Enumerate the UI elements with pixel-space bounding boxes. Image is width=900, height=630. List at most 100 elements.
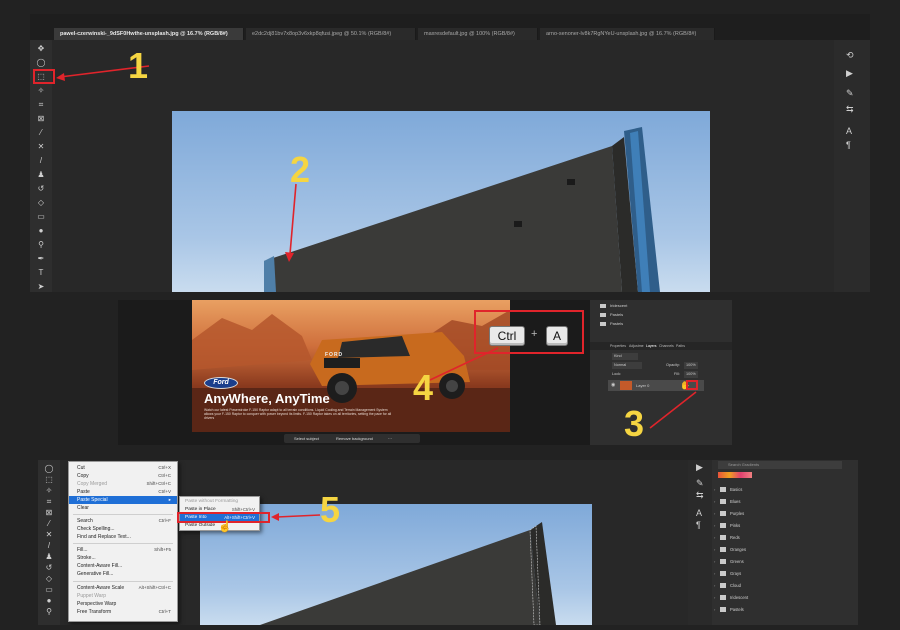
gradient-group[interactable]: › Iridescent: [714, 593, 854, 602]
menu-item-free-transform[interactable]: Free Transform Ctrl+T: [69, 608, 177, 616]
document-tab[interactable]: pawel-czerwinski-_9dSF0Hwthe-unsplash.jp…: [54, 28, 244, 40]
menu-item-content-aware-fill[interactable]: Content-Aware Fill...: [69, 562, 177, 570]
healing-brush-icon[interactable]: ✕: [30, 140, 52, 153]
brush-settings-icon[interactable]: ✎: [846, 88, 854, 99]
play-icon[interactable]: ▶: [696, 462, 703, 473]
remove-background-button[interactable]: Remove background: [336, 434, 373, 443]
gradient-group[interactable]: › Reds: [714, 533, 854, 542]
adjust-icon[interactable]: ⇆: [696, 490, 704, 501]
tab-adjustments[interactable]: Adjustme: [629, 342, 644, 350]
opacity-value[interactable]: 100%: [684, 362, 698, 369]
tab-layers[interactable]: Layers: [646, 342, 657, 350]
ad-body: Watch our latest Powerstroke F-150 Rapto…: [204, 408, 392, 420]
gradient-group[interactable]: › Greens: [714, 557, 854, 566]
menu-item-perspective-warp[interactable]: Perspective Warp: [69, 600, 177, 608]
tab-channels[interactable]: Channels: [659, 342, 674, 350]
history-brush-icon[interactable]: ↺: [30, 182, 52, 195]
ctrl-key: Ctrl: [489, 326, 525, 346]
gradient-group[interactable]: › Cloud: [714, 581, 854, 590]
menu-item-stroke[interactable]: Stroke...: [69, 554, 177, 562]
eyedropper-tool-icon[interactable]: ⁄: [30, 126, 52, 139]
billboard-image: [264, 127, 660, 292]
swatch-folder[interactable]: Pastels: [590, 320, 732, 328]
arrow-step5: [271, 513, 321, 521]
fill-label: Fill:: [674, 372, 680, 376]
step-number: 2: [290, 149, 311, 190]
menu-item-fill[interactable]: Fill... Shift+F5: [69, 546, 177, 554]
gradient-group[interactable]: › Purples: [714, 509, 854, 518]
adjust-icon[interactable]: ⇆: [846, 104, 854, 115]
gradients-panel: ▶ ✎ ⇆ A ¶ Search Gradients › Basics › Blue…: [688, 460, 858, 625]
layer-kind-filter[interactable]: Kind: [612, 353, 638, 360]
eraser-tool-icon[interactable]: ◇: [30, 196, 52, 209]
marquee-tool-icon[interactable]: ◯: [30, 56, 52, 69]
gradient-group[interactable]: › Grays: [714, 569, 854, 578]
document-tab[interactable]: maxresdefault.jpg @ 100% (RGB/8#): [418, 28, 538, 40]
arrow-step2: [285, 183, 297, 262]
stamp-tool-icon[interactable]: ♟: [30, 168, 52, 181]
select-subject-button[interactable]: Select subject: [294, 434, 319, 443]
tab-paths[interactable]: Paths: [676, 342, 685, 350]
more-icon[interactable]: ⋯: [388, 434, 392, 443]
opacity-label: Opacity:: [666, 363, 680, 367]
path-selection-icon[interactable]: ➤: [30, 280, 52, 292]
fill-value[interactable]: 100%: [684, 371, 698, 378]
document-tab[interactable]: arno-senoner-lv8k7RgNYeU-unsplash.jpg @ …: [540, 28, 715, 40]
move-tool-icon[interactable]: ✥: [30, 42, 52, 55]
menu-item-paste[interactable]: Paste Ctrl+V: [69, 488, 177, 496]
paragraph-icon[interactable]: ¶: [846, 140, 851, 150]
gradient-group[interactable]: › Oranges: [714, 545, 854, 554]
visibility-eye-icon[interactable]: ◉: [611, 382, 615, 388]
step-number: 3: [624, 403, 645, 444]
gradient-group[interactable]: › Basics: [714, 485, 854, 494]
frame-tool-icon[interactable]: ⊠: [30, 112, 52, 125]
lock-label: Lock:: [612, 372, 622, 376]
magic-wand-icon[interactable]: ✧: [30, 84, 52, 97]
crop-tool-icon[interactable]: ⌗: [30, 98, 52, 111]
menu-item-content-aware-scale[interactable]: Content-Aware Scale Alt+Shift+Ctrl+C: [69, 584, 177, 592]
menu-item-paste-special[interactable]: Paste Special ▸: [69, 496, 177, 504]
document-tab-bar: pawel-czerwinski-_9dSF0Hwthe-unsplash.jp…: [30, 14, 870, 40]
character-icon[interactable]: A: [696, 508, 702, 518]
ford-logo: Ford: [204, 377, 238, 389]
truck-badge: FORD: [325, 352, 344, 358]
gradient-group[interactable]: › Pastels: [714, 605, 854, 614]
menu-divider: [73, 581, 173, 582]
gradient-group[interactable]: › Pinks: [714, 521, 854, 530]
photoshop-window-step5: ◯ ⬚ ✧ ⌗ ⊠ ⁄ ✕ / ♟ ↺ ◇ ▭ ● ⚲ Cut Ctrl+X Co…: [38, 460, 858, 625]
dodge-tool-icon[interactable]: ⚲: [30, 238, 52, 251]
recent-gradients[interactable]: [718, 472, 752, 478]
character-icon[interactable]: A: [846, 126, 852, 136]
document-tab[interactable]: e2dc2dj81bv7x8op3v6xkp8qfusi.jpeg @ 50.1…: [246, 28, 416, 40]
dodge-tool-icon[interactable]: ⚲: [38, 605, 60, 618]
menu-divider: [73, 514, 173, 515]
tab-properties[interactable]: Properties: [610, 342, 626, 350]
menu-item-find-replace[interactable]: Find and Replace Text...: [69, 533, 177, 541]
paragraph-icon[interactable]: ¶: [696, 520, 701, 530]
swatch-folder[interactable]: Iridescent: [590, 302, 732, 310]
gradient-group[interactable]: › Blues: [714, 497, 854, 506]
photoshop-window-step1: pawel-czerwinski-_9dSF0Hwthe-unsplash.jp…: [30, 14, 870, 292]
right-panels: ⟲ ▶ ✎ ⇆ A ¶: [834, 40, 870, 292]
pen-tool-icon[interactable]: ✒: [30, 252, 52, 265]
menu-divider: [73, 543, 173, 544]
brush-settings-icon[interactable]: ✎: [696, 478, 704, 489]
play-icon[interactable]: ▶: [846, 68, 853, 79]
menu-item-clear[interactable]: Clear: [69, 504, 177, 512]
history-icon[interactable]: ⟲: [846, 50, 854, 61]
blur-tool-icon[interactable]: ●: [30, 224, 52, 237]
brush-tool-icon[interactable]: /: [30, 154, 52, 167]
gradient-search-input[interactable]: Search Gradients: [718, 461, 842, 469]
menu-item-cut[interactable]: Cut Ctrl+X: [69, 464, 177, 472]
menu-item-copy[interactable]: Copy Ctrl+C: [69, 472, 177, 480]
panel-icon-strip: ▶ ✎ ⇆ A ¶: [688, 460, 712, 625]
menu-item-search[interactable]: Search Ctrl+F: [69, 517, 177, 525]
swatch-folder[interactable]: Pastels: [590, 311, 732, 319]
type-tool-icon[interactable]: T: [30, 266, 52, 279]
step-number: 4: [413, 367, 434, 408]
menu-item-generative-fill[interactable]: Generative Fill...: [69, 570, 177, 578]
blend-mode-select[interactable]: Normal: [612, 362, 642, 369]
edit-menu: Cut Ctrl+X Copy Ctrl+C Copy Merged Shift+Ct…: [68, 461, 178, 622]
gradient-tool-icon[interactable]: ▭: [30, 210, 52, 223]
menu-item-check-spelling[interactable]: Check Spelling...: [69, 525, 177, 533]
